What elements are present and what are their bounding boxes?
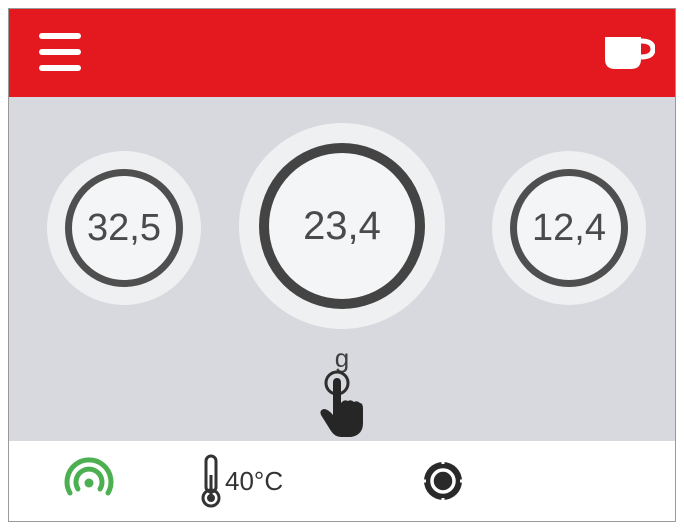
drink-button[interactable] [603,31,656,75]
finger-tap-icon [320,370,363,437]
dose-option-right[interactable]: 12,4 [492,151,646,305]
dose-option-center[interactable]: 23,4 [239,123,445,329]
temperature-value: 40°C [225,465,284,496]
dose-selection-area: 32,5 23,4 12,4 g [9,97,675,441]
bottom-bar: 40°C [9,441,675,521]
dose-option-left[interactable]: 32,5 [47,151,201,305]
coffee-cup-icon [605,37,656,69]
device-screen: 32,5 23,4 12,4 g 40°C [8,8,676,522]
target-settings-icon [418,456,468,506]
wifi-signal-icon [64,457,114,496]
dose-value: 23,4 [259,143,425,309]
wifi-button[interactable] [61,453,117,509]
grind-settings-button[interactable] [417,455,469,507]
temperature-indicator: 40°C [199,449,283,513]
dose-value: 12,4 [510,169,628,287]
thermometer-icon [201,454,221,508]
dose-value: 32,5 [65,169,183,287]
top-bar [9,9,675,97]
menu-button[interactable] [37,27,83,77]
